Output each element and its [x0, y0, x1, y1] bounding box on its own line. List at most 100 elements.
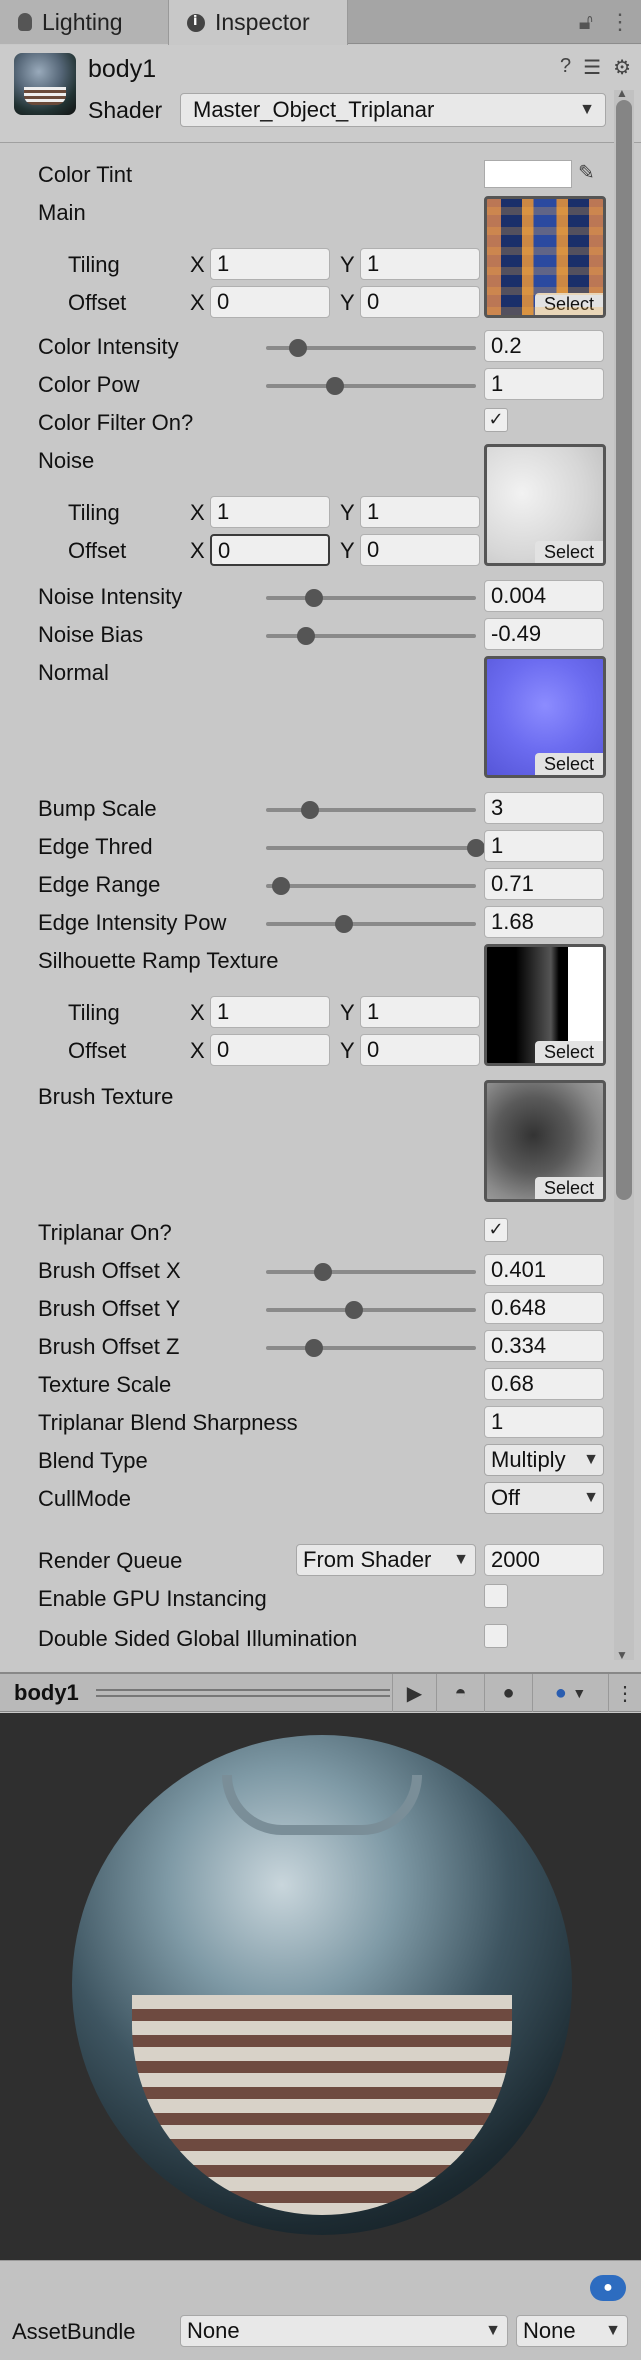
main-texture-slot[interactable]: Select — [484, 196, 606, 318]
brush-offset-z-slider[interactable] — [266, 1339, 476, 1357]
texture-scale-field[interactable]: 0.68 — [484, 1368, 604, 1400]
shader-dropdown[interactable]: Master_Object_Triplanar ▼ — [180, 93, 606, 127]
preview-more-icon[interactable]: ⋮ — [608, 1674, 641, 1712]
ramp-tiling-x-field[interactable]: 1 — [210, 996, 330, 1028]
color-intensity-field[interactable]: 0.2 — [484, 330, 604, 362]
ramp-offset-y-label: Y — [340, 1038, 355, 1063]
main-select-button[interactable]: Select — [535, 293, 603, 315]
color-tint-swatch[interactable] — [484, 160, 572, 188]
more-menu-icon[interactable]: ⋮ — [609, 9, 631, 35]
noise-bias-slider[interactable] — [266, 627, 476, 645]
cull-mode-dropdown[interactable]: Off ▼ — [484, 1482, 604, 1514]
color-pow-slider[interactable] — [266, 377, 476, 395]
main-tiling-x-field[interactable]: 1 — [210, 248, 330, 280]
preview-resize-grip[interactable] — [96, 1689, 390, 1697]
slider-knob[interactable] — [296, 627, 315, 645]
brush-offset-x-label: Brush Offset X — [38, 1258, 181, 1283]
color-filter-checkbox[interactable]: ✓ — [484, 408, 508, 432]
ramp-select-button[interactable]: Select — [535, 1041, 603, 1063]
main-offset-x-field[interactable]: 0 — [210, 286, 330, 318]
color-pow-field[interactable]: 1 — [484, 368, 604, 400]
noise-bias-field[interactable]: -0.49 — [484, 618, 604, 650]
slider-knob[interactable] — [305, 589, 324, 607]
tag-icon[interactable]: ● — [590, 2275, 626, 2301]
main-offset-y-field[interactable]: 0 — [360, 286, 480, 318]
double-sided-gi-checkbox[interactable] — [484, 1624, 508, 1648]
ramp-tiling-y-field[interactable]: 1 — [360, 996, 480, 1028]
edge-intensity-pow-slider[interactable] — [266, 915, 476, 933]
render-queue-field[interactable]: 2000 — [484, 1544, 604, 1576]
ramp-offset-x-label: X — [190, 1038, 205, 1063]
gear-icon[interactable]: ⚙︎ — [613, 55, 631, 80]
slider-knob[interactable] — [288, 339, 307, 357]
slider-knob[interactable] — [271, 877, 290, 895]
slider-knob[interactable] — [345, 1301, 364, 1319]
lock-icon[interactable]: 🔓︎ — [579, 9, 593, 35]
assetbundle-variant-dropdown[interactable]: None ▼ — [516, 2315, 628, 2347]
triplanar-blend-field[interactable]: 1 — [484, 1406, 604, 1438]
color-intensity-slider[interactable] — [266, 339, 476, 357]
noise-intensity-field[interactable]: 0.004 — [484, 580, 604, 612]
noise-tiling-y-field[interactable]: 1 — [360, 496, 480, 528]
texture-scale-label: Texture Scale — [38, 1372, 172, 1397]
scroll-down-arrow-icon[interactable]: ▼ — [616, 1648, 628, 1662]
noise-offset-y-field[interactable]: 0 — [360, 534, 480, 566]
scrollbar-thumb[interactable] — [616, 100, 632, 1200]
gpu-instancing-checkbox[interactable] — [484, 1584, 508, 1608]
edge-intensity-pow-field[interactable]: 1.68 — [484, 906, 604, 938]
normal-texture-slot[interactable]: Select — [484, 656, 606, 778]
tab-lighting[interactable]: Lighting — [0, 0, 168, 44]
slider-knob[interactable] — [313, 1263, 332, 1281]
slider-knob[interactable] — [305, 1339, 324, 1357]
scroll-up-arrow-icon[interactable]: ▲ — [616, 86, 628, 100]
bump-scale-slider[interactable] — [266, 801, 476, 819]
brush-texture-slot[interactable]: Select — [484, 1080, 606, 1202]
brush-offset-z-field[interactable]: 0.334 — [484, 1330, 604, 1362]
triplanar-checkbox[interactable]: ✓ — [484, 1218, 508, 1242]
noise-offset-x-field[interactable]: 0 — [210, 534, 330, 566]
material-preview[interactable] — [0, 1713, 641, 2260]
slider-knob[interactable] — [326, 377, 345, 395]
bump-scale-field[interactable]: 3 — [484, 792, 604, 824]
help-icon[interactable]: ? — [560, 55, 571, 80]
blend-type-value: Multiply — [491, 1447, 566, 1472]
blend-type-dropdown[interactable]: Multiply ▼ — [484, 1444, 604, 1476]
lighting-toggle-icon[interactable]: ● — [484, 1674, 532, 1712]
noise-intensity-slider[interactable] — [266, 589, 476, 607]
assetbundle-bar: ● AssetBundle None ▼ None ▼ — [0, 2260, 641, 2360]
ramp-tiling-y-label: Y — [340, 1000, 355, 1025]
edge-thred-slider[interactable] — [266, 839, 485, 857]
edge-range-slider[interactable] — [266, 877, 476, 895]
sphere-mesh-icon[interactable]: ◓ — [436, 1674, 484, 1712]
main-tiling-x-label: X — [190, 252, 205, 277]
brush-offset-y-field[interactable]: 0.648 — [484, 1292, 604, 1324]
preview-title: body1 — [14, 1680, 79, 1705]
brush-offset-z-label: Brush Offset Z — [38, 1334, 180, 1359]
brush-select-button[interactable]: Select — [535, 1177, 603, 1199]
play-icon[interactable]: ▶ — [392, 1674, 436, 1712]
assetbundle-name-dropdown[interactable]: None ▼ — [180, 2315, 508, 2347]
eyedropper-icon[interactable]: ✎ — [578, 160, 595, 185]
render-queue-dropdown[interactable]: From Shader ▼ — [296, 1544, 476, 1576]
tab-inspector[interactable]: i Inspector — [168, 0, 348, 45]
noise-select-button[interactable]: Select — [535, 541, 603, 563]
noise-tiling-x-field[interactable]: 1 — [210, 496, 330, 528]
ramp-offset-x-field[interactable]: 0 — [210, 1034, 330, 1066]
ramp-offset-y-field[interactable]: 0 — [360, 1034, 480, 1066]
slider-knob[interactable] — [334, 915, 353, 933]
silhouette-ramp-slot[interactable]: Select — [484, 944, 606, 1066]
brush-offset-x-field[interactable]: 0.401 — [484, 1254, 604, 1286]
edge-range-field[interactable]: 0.71 — [484, 868, 604, 900]
settings-sliders-icon[interactable]: ☰ — [583, 55, 601, 80]
normal-select-button[interactable]: Select — [535, 753, 603, 775]
gpu-instancing-label: Enable GPU Instancing — [38, 1586, 267, 1611]
brush-offset-x-slider[interactable] — [266, 1263, 476, 1281]
slider-knob[interactable] — [467, 839, 485, 857]
edge-thred-field[interactable]: 1 — [484, 830, 604, 862]
noise-texture-slot[interactable]: Select — [484, 444, 606, 566]
brush-offset-y-slider[interactable] — [266, 1301, 476, 1319]
preview-shape-dropdown[interactable]: ● ▼ — [532, 1674, 608, 1712]
noise-offset-y-label: Y — [340, 538, 355, 563]
slider-knob[interactable] — [301, 801, 320, 819]
main-tiling-y-field[interactable]: 1 — [360, 248, 480, 280]
